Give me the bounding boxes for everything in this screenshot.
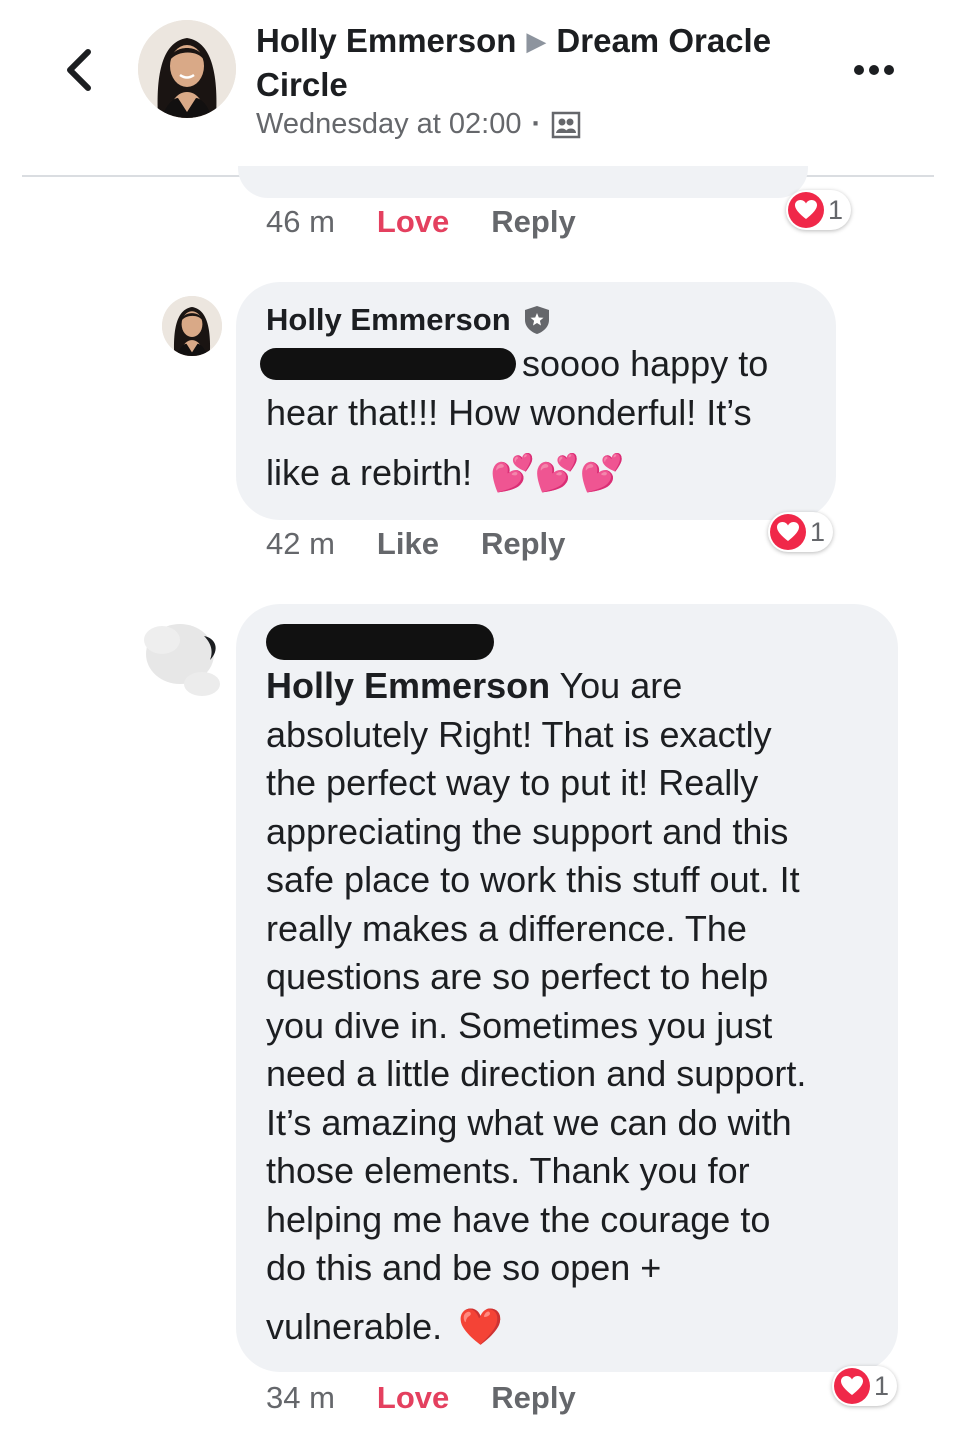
comment-line: n soooo happy to [260, 340, 826, 389]
comment-line: Holly Emmerson You are [266, 662, 892, 711]
comment-line: appreciating the support and this [266, 810, 789, 852]
heart-icon [834, 1368, 870, 1404]
post-meta: Wednesday at 02:00 · [256, 108, 581, 141]
back-button[interactable] [58, 44, 102, 96]
reaction-count-badge[interactable]: 1 [786, 190, 852, 230]
separator-dot: · [531, 108, 542, 140]
comment-text-line: You are [550, 665, 683, 706]
group-icon [551, 111, 581, 138]
avatar-photo [162, 296, 222, 356]
author-avatar[interactable] [138, 20, 236, 118]
two-hearts-emoji: 💕💕💕 [490, 452, 625, 493]
post-header-title: Holly Emmerson ▶ Dream Oracle Circle [256, 20, 836, 105]
comment-time[interactable]: 46 m [266, 204, 335, 240]
comment-line: need a little direction and support. [266, 1053, 807, 1094]
comment-line: like a rebirth! 💕💕💕 [266, 449, 826, 498]
reply-button[interactable]: Reply [491, 1380, 575, 1416]
comment-text-line: like a rebirth! [266, 452, 473, 493]
comment-line: helping me have the courage to [266, 1198, 771, 1240]
reaction-count-badge[interactable]: 1 [768, 512, 834, 552]
comment-text: n soooo happy to hear that!!! How wonder… [260, 340, 826, 498]
comment-bubble[interactable]: Holly Emmerson n soooo happy to hear tha… [236, 282, 836, 520]
comment-bubble[interactable]: Holly Emmerson You are absolutely Right!… [236, 604, 898, 1372]
post-timestamp[interactable]: Wednesday at 02:00 [256, 108, 522, 141]
more-options-button[interactable] [850, 55, 900, 85]
reaction-count: 1 [810, 516, 826, 547]
author-name-link[interactable]: Holly Emmerson [256, 22, 516, 59]
heart-icon [770, 514, 806, 550]
love-button[interactable]: Love [377, 1380, 449, 1416]
commenter-avatar[interactable] [140, 610, 224, 698]
comment-author-row: Holly Emmerson [266, 302, 551, 338]
comment-line: safe place to work this stuff out. It [266, 859, 800, 900]
comment-text: Holly Emmerson You are absolutely Right!… [266, 662, 892, 1351]
like-button[interactable]: Like [377, 526, 439, 562]
comment-time[interactable]: 34 m [266, 1380, 335, 1416]
comment-line: It’s amazing what we can do with [266, 1101, 792, 1143]
comment-text-line: vulnerable. [266, 1305, 443, 1347]
triangle-right-icon: ▶ [526, 26, 547, 56]
comment-text-line: n soooo happy to [492, 343, 769, 384]
redaction-mark [260, 348, 516, 380]
reply-button[interactable]: Reply [491, 204, 575, 240]
comment-lines: absolutely Right! That is exactly the per… [266, 711, 892, 1293]
previous-comment-bubble [238, 166, 808, 198]
reaction-count: 1 [828, 194, 844, 225]
comment-line: vulnerable. ❤️ [266, 1303, 892, 1352]
comment-line: those elements. Thank you for [266, 1150, 750, 1191]
comment-line: the perfect way to put it! Really [266, 762, 759, 803]
reply-button[interactable]: Reply [481, 526, 565, 562]
comment-line: you dive in. Sometimes you just [266, 1004, 773, 1046]
comment-actions: 46 m Love Reply [266, 204, 576, 240]
comment-line: questions are so perfect to help [266, 956, 769, 997]
admin-shield-icon [524, 306, 549, 334]
reaction-count-badge[interactable]: 1 [832, 1366, 898, 1406]
reaction-count: 1 [874, 1370, 890, 1401]
comment-actions: 42 m Like Reply [266, 526, 565, 562]
comment-actions: 34 m Love Reply [266, 1380, 576, 1416]
avatar-photo [138, 20, 236, 118]
comment-line: really makes a difference. The [266, 907, 747, 949]
comment-line: absolutely Right! That is exactly [266, 713, 772, 755]
avatar-blurred [144, 624, 220, 696]
red-heart-emoji: ❤️ [458, 1305, 503, 1347]
heart-icon [788, 192, 824, 228]
comment-time[interactable]: 42 m [266, 526, 335, 562]
chevron-left-icon [67, 49, 91, 91]
comment-line: hear that!!! How wonderful! It’s [266, 391, 752, 433]
more-horizontal-icon [854, 65, 894, 75]
comment-author[interactable]: Holly Emmerson [266, 302, 511, 338]
love-button[interactable]: Love [377, 204, 449, 240]
commenter-avatar[interactable] [162, 296, 222, 356]
redaction-mark [266, 624, 494, 660]
mention-link[interactable]: Holly Emmerson [266, 665, 550, 706]
comment-line: do this and be so open + [266, 1247, 662, 1288]
